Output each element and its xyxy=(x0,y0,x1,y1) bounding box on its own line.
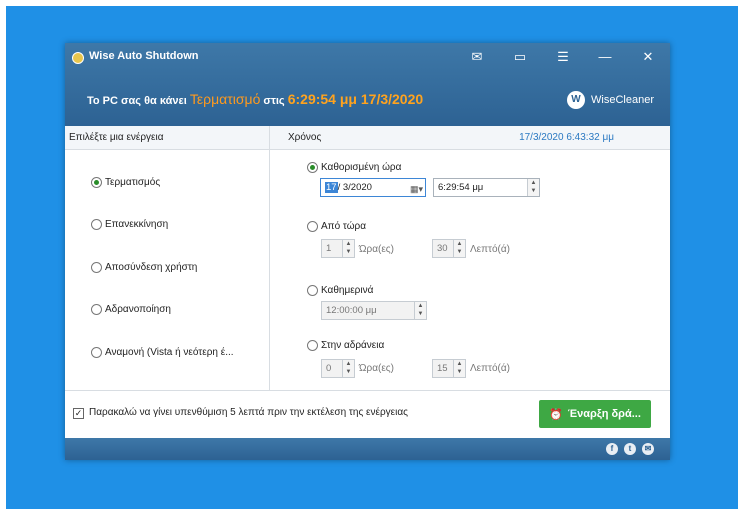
date-picker[interactable]: 17/ 3/2020 ▦▾ xyxy=(320,178,426,197)
action-section-header: Επιλέξτε μια ενέργεια xyxy=(65,126,270,150)
email-icon[interactable]: ✉ xyxy=(642,443,654,455)
action-logoff[interactable]: Αποσύνδεση χρήστη xyxy=(91,262,197,273)
mail-icon[interactable]: ✉ xyxy=(468,49,486,65)
daily-time-value: 12:00:00 μμ xyxy=(326,305,377,316)
option-daily[interactable]: Καθημερινά xyxy=(307,285,373,296)
reminder-checkbox[interactable]: ✓ xyxy=(73,408,84,419)
idle-minutes-spinner[interactable]: ▲ ▼ xyxy=(453,360,465,377)
facebook-icon[interactable]: f xyxy=(606,443,618,455)
action-restart[interactable]: Επανεκκίνηση xyxy=(91,219,168,230)
date-rest: / 3/2020 xyxy=(337,182,372,193)
time-header-label: Χρόνος xyxy=(288,132,322,143)
specific-time-input[interactable]: 6:29:54 μμ ▲ ▼ xyxy=(433,178,540,197)
option-idle[interactable]: Στην αδράνεια xyxy=(307,340,384,351)
start-action-button[interactable]: ⏰ Έναρξη δρά... xyxy=(539,400,651,428)
daily-time-input[interactable]: 12:00:00 μμ ▲ ▼ xyxy=(321,301,427,320)
action-label: Αδρανοποίηση xyxy=(105,304,171,315)
action-label: Τερματισμός xyxy=(105,177,161,188)
start-button-label: Έναρξη δρά... xyxy=(567,408,641,420)
option-label: Στην αδράνεια xyxy=(321,340,385,351)
idle-minutes: 15 xyxy=(437,363,448,374)
idle-hours-unit: Ώρα(ες) xyxy=(359,363,394,374)
alarm-clock-icon xyxy=(72,52,84,64)
twitter-icon[interactable]: t xyxy=(624,443,636,455)
from-now-hours-input[interactable]: 1 ▲ ▼ xyxy=(321,239,355,258)
from-now-minutes: 30 xyxy=(437,243,448,254)
from-now-minutes-input[interactable]: 30 ▲ ▼ xyxy=(432,239,466,258)
option-from-now[interactable]: Από τώρα xyxy=(307,221,366,232)
footer-bar: ✓ Παρακαλώ να γίνει υπενθύμιση 5 λεπτά π… xyxy=(65,390,670,438)
option-label: Από τώρα xyxy=(321,221,366,232)
idle-minutes-unit: Λεπτό(ά) xyxy=(470,363,510,374)
idle-hours-input[interactable]: 0 ▲ ▼ xyxy=(321,359,355,378)
radio-specific-time[interactable] xyxy=(307,162,318,173)
radio-hibernate[interactable] xyxy=(91,304,102,315)
option-label: Καθορισμένη ώρα xyxy=(321,162,402,173)
brand[interactable]: W WiseCleaner xyxy=(567,91,654,109)
shutdown-headline: Το PC σας θα κάνει Τερματισμό στις 6:29:… xyxy=(87,91,423,107)
hours-spinner[interactable]: ▲ ▼ xyxy=(342,240,354,257)
radio-daily[interactable] xyxy=(307,285,318,296)
reminder-label: Παρακαλώ να γίνει υπενθύμιση 5 λεπτά πρι… xyxy=(89,407,408,418)
title-bar: Wise Auto Shutdown ✉ ▭ ☰ — ✕ Το PC σας θ… xyxy=(65,43,670,126)
option-label: Καθημερινά xyxy=(321,285,374,296)
headline-action: Τερματισμό xyxy=(189,91,261,107)
action-hibernate[interactable]: Αδρανοποίηση xyxy=(91,304,171,315)
radio-from-now[interactable] xyxy=(307,221,318,232)
daily-time-spinner[interactable]: ▲ ▼ xyxy=(414,302,426,319)
time-spinner[interactable]: ▲ ▼ xyxy=(527,179,539,196)
idle-minutes-input[interactable]: 15 ▲ ▼ xyxy=(432,359,466,378)
action-list: Τερματισμός Επανεκκίνηση Αποσύνδεση χρήσ… xyxy=(65,150,270,390)
radio-shutdown[interactable] xyxy=(91,177,102,188)
app-window: Wise Auto Shutdown ✉ ▭ ☰ — ✕ Το PC σας θ… xyxy=(65,43,670,460)
radio-restart[interactable] xyxy=(91,219,102,230)
action-sleep[interactable]: Αναμονή (Vista ή νεότερη έ... xyxy=(91,347,234,358)
radio-idle[interactable] xyxy=(307,340,318,351)
wisecleaner-logo-icon: W xyxy=(567,91,586,109)
headline-prefix: Το PC σας θα κάνει xyxy=(87,95,187,107)
time-section-header: Χρόνος 17/3/2020 6:43:32 μμ xyxy=(270,126,670,150)
app-title: Wise Auto Shutdown xyxy=(89,50,199,62)
radio-sleep[interactable] xyxy=(91,347,102,358)
action-shutdown[interactable]: Τερματισμός xyxy=(91,177,160,188)
minutes-unit: Λεπτό(ά) xyxy=(470,244,510,255)
headline-mid: στις xyxy=(263,95,285,107)
brand-name: WiseCleaner xyxy=(591,94,654,106)
radio-logoff[interactable] xyxy=(91,262,102,273)
option-specific-time[interactable]: Καθορισμένη ώρα xyxy=(307,162,401,173)
current-datetime: 17/3/2020 6:43:32 μμ xyxy=(519,132,614,143)
calendar-dropdown-icon[interactable]: ▦▾ xyxy=(410,181,423,198)
idle-hours-spinner[interactable]: ▲ ▼ xyxy=(342,360,354,377)
action-label: Επανεκκίνηση xyxy=(105,219,169,230)
date-day: 17 xyxy=(325,182,338,193)
idle-hours: 0 xyxy=(326,363,332,374)
feedback-icon[interactable]: ▭ xyxy=(511,49,529,65)
specific-time-value: 6:29:54 μμ xyxy=(438,182,484,193)
menu-icon[interactable]: ☰ xyxy=(554,49,572,65)
minutes-spinner[interactable]: ▲ ▼ xyxy=(453,240,465,257)
close-button[interactable]: ✕ xyxy=(639,49,657,65)
hours-unit: Ώρα(ες) xyxy=(359,244,394,255)
action-label: Αποσύνδεση χρήστη xyxy=(105,262,198,273)
minimize-button[interactable]: — xyxy=(596,49,614,65)
alarm-icon: ⏰ xyxy=(549,408,563,421)
action-label: Αναμονή (Vista ή νεότερη έ... xyxy=(105,347,234,358)
headline-time: 6:29:54 μμ 17/3/2020 xyxy=(287,91,424,107)
from-now-hours: 1 xyxy=(326,243,332,254)
bottom-strip: f t ✉ xyxy=(65,438,670,460)
